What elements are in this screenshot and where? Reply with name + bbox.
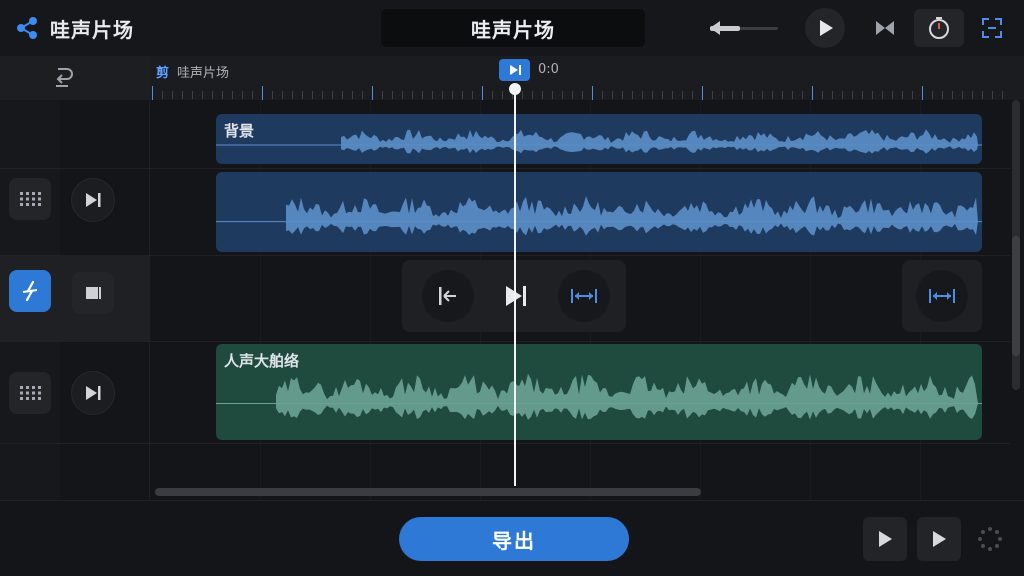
track-skip-button[interactable] [71, 178, 115, 222]
row-separator [0, 255, 1010, 256]
loading-icon [978, 527, 1002, 551]
app-name: 哇声片场 [50, 17, 134, 42]
clip-label: 背景 [224, 122, 255, 140]
track-area: 背景 人声大舶络 [0, 100, 1024, 576]
track-grid-button[interactable] [9, 178, 51, 220]
fit-width-icon [571, 289, 597, 303]
vertical-scroll-thumb[interactable] [1012, 236, 1020, 356]
track-skip-button[interactable] [71, 371, 115, 415]
stop-icon [86, 287, 101, 299]
grid-dots-icon [20, 192, 41, 206]
tempo-icon [22, 280, 38, 302]
row-separator [0, 341, 1010, 342]
ruler-project-label: 哇声片场 [177, 66, 230, 81]
ruler-label: 剪哇声片场 [156, 62, 229, 81]
skip-forward-icon [510, 65, 521, 75]
grid-dots-icon [20, 386, 41, 400]
row-separator [0, 443, 1010, 444]
next-play-button[interactable] [917, 517, 961, 561]
skip-button[interactable] [490, 270, 542, 322]
volume-icon [710, 21, 720, 35]
timer-button[interactable] [914, 9, 964, 47]
row-separator [0, 168, 1010, 169]
track-stop-button[interactable] [72, 272, 114, 314]
track-tempo-button[interactable] [9, 270, 51, 312]
cut-label: 剪 [156, 66, 170, 81]
play-button[interactable] [805, 8, 845, 48]
skip-forward-icon [86, 193, 101, 207]
fit-width-button[interactable] [916, 270, 968, 322]
play-icon [879, 531, 892, 547]
fit-width-icon [929, 289, 955, 303]
bowtie-button[interactable] [870, 16, 900, 40]
track-grid-button[interactable] [9, 372, 51, 414]
fit-width-button[interactable] [558, 270, 610, 322]
waveform [216, 373, 982, 420]
play-icon [820, 20, 833, 36]
share-nodes-icon [17, 17, 37, 39]
waveform [216, 196, 982, 236]
timer-icon [929, 17, 949, 39]
expand-icon [982, 18, 1002, 38]
volume-slider[interactable] [706, 16, 778, 40]
waveform [216, 129, 982, 154]
ruler-corner [0, 56, 150, 100]
playhead-handle[interactable] [509, 83, 521, 95]
audio-clip-background[interactable]: 背景 [216, 114, 982, 164]
split-icon [439, 287, 456, 305]
bottom-bar: 导出 [0, 500, 1024, 576]
preview-play-button[interactable] [863, 517, 907, 561]
expand-button[interactable] [976, 12, 1008, 44]
edit-tool-panel-right [902, 260, 982, 332]
project-title[interactable]: 哇声片场 [381, 9, 645, 47]
top-bar: 哇声片场 哇声片场 [0, 0, 1024, 56]
ruler-ticks [152, 86, 1003, 100]
audio-clip[interactable] [216, 172, 982, 252]
play-icon [933, 531, 946, 547]
playhead-time: 0:0 [538, 62, 559, 77]
undo-icon[interactable] [50, 64, 76, 90]
playhead-flag[interactable] [499, 59, 530, 81]
skip-forward-icon [506, 286, 526, 306]
voice-clip[interactable]: 人声大舶络 [216, 344, 982, 440]
bowtie-icon [876, 21, 894, 35]
skip-forward-icon [86, 386, 101, 400]
export-button[interactable]: 导出 [399, 517, 629, 561]
brand: 哇声片场 [14, 14, 134, 42]
horizontal-scrollbar[interactable] [155, 488, 701, 496]
clip-label: 人声大舶络 [224, 352, 300, 370]
split-button[interactable] [422, 270, 474, 322]
playhead[interactable] [514, 88, 516, 486]
